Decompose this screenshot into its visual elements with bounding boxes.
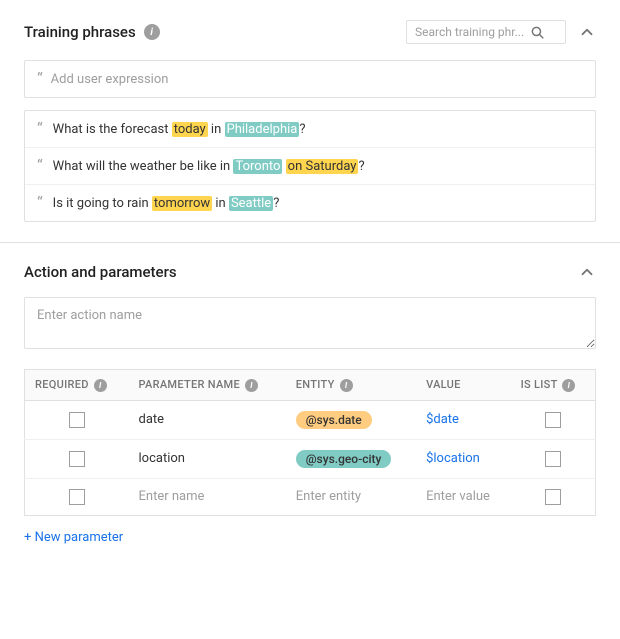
search-icon (530, 25, 544, 39)
enter-name-placeholder: Enter name (139, 489, 205, 504)
enter-value-placeholder: Enter value (426, 489, 490, 504)
action-params-collapse-button[interactable] (578, 263, 596, 281)
training-phrases-title: Training phrases (24, 23, 136, 41)
param-name-cell[interactable]: date (129, 400, 286, 439)
phrase-text: What is the forecast today in Philadelph… (53, 122, 306, 137)
col-entity: ENTITY i (286, 370, 416, 401)
highlight-date: today (172, 122, 208, 137)
training-phrases-section: Training phrases i Search training phr..… (0, 0, 620, 242)
phrase-plain: in (208, 122, 225, 137)
param-name-info-icon[interactable]: i (245, 379, 258, 392)
islist-checkbox[interactable] (545, 489, 561, 505)
required-checkbox[interactable] (69, 489, 85, 505)
phrase-text: Is it going to rain tomorrow in Seattle? (53, 196, 280, 211)
quote-icon: “ (37, 71, 43, 87)
required-checkbox[interactable] (69, 451, 85, 467)
chevron-up-icon (578, 23, 596, 41)
islist-checkbox[interactable] (545, 412, 561, 428)
required-info-icon[interactable]: i (94, 379, 107, 392)
collapse-button[interactable] (578, 23, 596, 41)
islist-checkbox[interactable] (545, 451, 561, 467)
entity-info-icon[interactable]: i (340, 379, 353, 392)
param-name-cell[interactable]: location (129, 439, 286, 478)
islist-cell (511, 439, 596, 478)
params-table: REQUIRED i PARAMETER NAME i ENTITY i VAL… (24, 369, 596, 516)
table-row: location @sys.geo-city $location (25, 439, 596, 478)
phrase-plain: What will the weather be like in (53, 159, 234, 174)
quote-icon: “ (37, 121, 43, 137)
phrase-plain: ? (299, 122, 305, 137)
highlight-location: Toronto (233, 159, 282, 174)
highlight-date: on Saturday (286, 159, 359, 174)
table-row: Enter name Enter entity Enter value (25, 478, 596, 515)
phrase-text: What will the weather be like in Toronto… (53, 159, 365, 174)
action-params-title: Action and parameters (24, 263, 177, 281)
add-expression-box[interactable]: “ Add user expression (24, 60, 596, 98)
table-row: date @sys.date $date (25, 400, 596, 439)
entity-badge-date: @sys.date (296, 411, 372, 429)
required-cell (25, 478, 129, 515)
col-is-list: IS LIST i (511, 370, 596, 401)
action-name-input[interactable] (24, 297, 596, 349)
highlight-date: tomorrow (152, 196, 212, 211)
value-link[interactable]: $date (426, 412, 459, 427)
title-group: Training phrases i (24, 23, 160, 41)
phrases-list: “ What is the forecast today in Philadel… (24, 110, 596, 222)
required-cell (25, 400, 129, 439)
chevron-up-icon (578, 263, 596, 281)
col-value: VALUE (416, 370, 511, 401)
action-params-title-group: Action and parameters (24, 263, 177, 281)
entity-cell[interactable]: Enter entity (286, 478, 416, 515)
islist-info-icon[interactable]: i (562, 379, 575, 392)
new-parameter-link[interactable]: + New parameter (24, 530, 123, 545)
required-cell (25, 439, 129, 478)
search-box[interactable]: Search training phr... (406, 20, 566, 44)
training-phrases-header: Training phrases i Search training phr..… (24, 20, 596, 44)
value-cell[interactable]: Enter value (416, 478, 511, 515)
enter-entity-placeholder: Enter entity (296, 489, 361, 504)
quote-icon: “ (37, 158, 43, 174)
entity-badge-geocity: @sys.geo-city (296, 450, 392, 468)
phrase-row: “ What is the forecast today in Philadel… (25, 111, 595, 148)
required-checkbox[interactable] (69, 412, 85, 428)
phrase-row: “ Is it going to rain tomorrow in Seattl… (25, 185, 595, 221)
value-cell[interactable]: $date (416, 400, 511, 439)
islist-cell (511, 400, 596, 439)
value-link[interactable]: $location (426, 451, 480, 466)
search-placeholder: Search training phr... (415, 25, 524, 39)
action-params-header: Action and parameters (24, 263, 596, 281)
quote-icon: “ (37, 195, 43, 211)
phrase-plain: Is it going to rain (53, 196, 152, 211)
highlight-location: Seattle (229, 196, 273, 211)
entity-cell[interactable]: @sys.geo-city (286, 439, 416, 478)
entity-cell[interactable]: @sys.date (286, 400, 416, 439)
value-cell[interactable]: $location (416, 439, 511, 478)
col-required: REQUIRED i (25, 370, 129, 401)
params-table-body: date @sys.date $date (25, 400, 596, 515)
help-icon[interactable]: i (144, 24, 160, 40)
action-params-section: Action and parameters REQUIRED i PARAMET… (0, 243, 620, 565)
phrase-plain: ? (273, 196, 279, 211)
add-expression-placeholder: Add user expression (51, 72, 169, 87)
phrase-plain: in (212, 196, 229, 211)
params-table-header: REQUIRED i PARAMETER NAME i ENTITY i VAL… (25, 370, 596, 401)
phrase-row: “ What will the weather be like in Toron… (25, 148, 595, 185)
col-parameter-name: PARAMETER NAME i (129, 370, 286, 401)
header-right: Search training phr... (406, 20, 596, 44)
phrase-plain: ? (358, 159, 364, 174)
islist-cell (511, 478, 596, 515)
highlight-location: Philadelphia (225, 122, 300, 137)
phrase-plain: What is the forecast (53, 122, 172, 137)
param-name-cell[interactable]: Enter name (129, 478, 286, 515)
